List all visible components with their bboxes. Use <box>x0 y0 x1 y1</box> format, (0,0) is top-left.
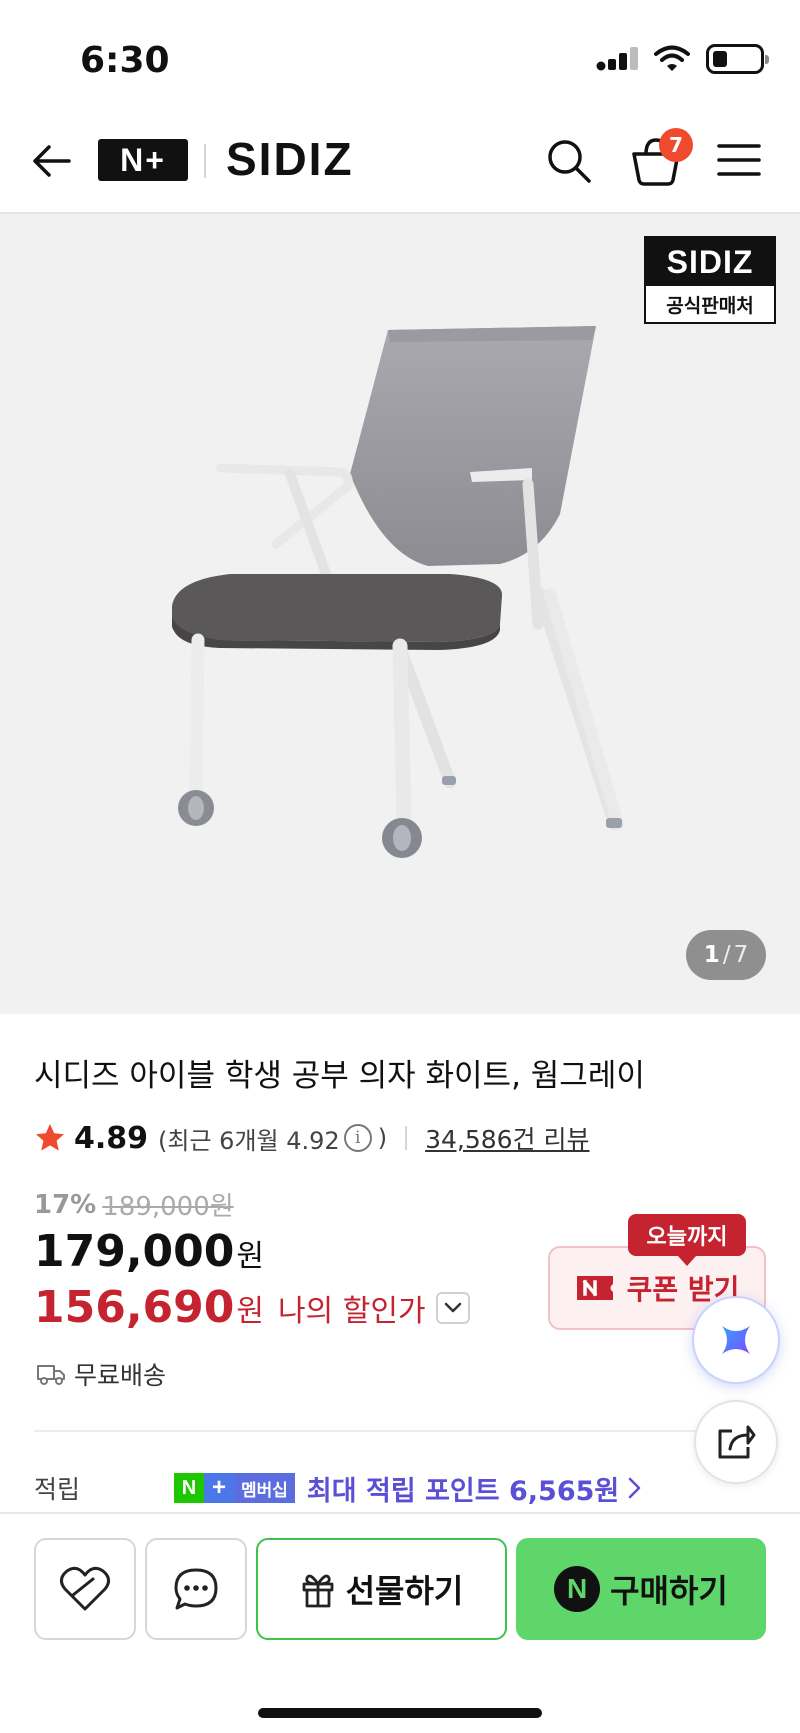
star-icon <box>36 1124 64 1151</box>
heart-icon <box>60 1566 110 1611</box>
menu-button[interactable] <box>716 140 762 180</box>
sale-price-value: 179,000 <box>34 1226 235 1277</box>
talk-button[interactable] <box>145 1538 247 1640</box>
membership-n-icon: N <box>174 1473 204 1503</box>
current-page: 1 <box>703 942 720 968</box>
naver-plus-logo[interactable]: N+ <box>98 139 188 181</box>
product-title: 시디즈 아이블 학생 공부 의자 화이트, 웜그레이 <box>34 1058 645 1094</box>
my-price-expand-button[interactable] <box>435 1291 470 1324</box>
status-bar: 6:30 <box>0 0 800 110</box>
cart-count-badge: 7 <box>659 128 693 162</box>
signal-icon <box>596 47 638 71</box>
recent-rating-close: ) <box>377 1124 388 1152</box>
status-icons <box>596 44 769 74</box>
naver-coupon-icon <box>576 1276 613 1300</box>
official-seller-badge: SIDIZ 공식판매처 <box>644 236 776 324</box>
discount-row: 17% 189,000원 <box>34 1186 234 1223</box>
chevron-right-icon <box>629 1477 641 1499</box>
points-label: 적립 <box>34 1475 81 1504</box>
rating-score: 4.89 <box>74 1120 149 1156</box>
header: N+ SIDIZ 7 <box>0 110 800 214</box>
my-price-label: 나의 할인가 <box>278 1293 426 1329</box>
share-icon <box>718 1425 756 1459</box>
header-divider <box>204 144 206 178</box>
buy-button-label: 구매하기 <box>610 1572 728 1610</box>
ai-sparkle-icon <box>722 1326 750 1354</box>
naver-pay-icon: N <box>554 1566 601 1612</box>
page-separator: / <box>722 942 731 968</box>
sale-price: 179,000 원 <box>34 1226 264 1277</box>
discount-rate: 17% <box>34 1189 97 1220</box>
recent-rating-text: (최근 6개월 4.92 <box>158 1126 340 1155</box>
today-only-tag: 오늘까지 <box>628 1214 746 1266</box>
status-time: 6:30 <box>80 40 170 81</box>
membership-plus-icon: + <box>204 1473 234 1503</box>
search-icon <box>548 140 591 183</box>
ai-assistant-button[interactable] <box>694 1298 778 1382</box>
original-price: 189,000원 <box>102 1192 234 1222</box>
product-image-gallery[interactable]: SIDIZ 공식판매처 1 / 7 <box>0 214 800 1014</box>
chevron-down-icon <box>444 1302 461 1312</box>
gift-button-label: 선물하기 <box>345 1572 464 1610</box>
points-row[interactable]: 적립 N + 멤버십 최대 적립 포인트 6,565원 <box>34 1466 674 1510</box>
bottom-action-bar: 선물하기 N 구매하기 <box>0 1512 800 1733</box>
wishlist-button[interactable] <box>34 1538 136 1640</box>
shipping-label: 무료배송 <box>74 1361 167 1390</box>
back-arrow-icon <box>33 145 71 177</box>
section-divider <box>34 1430 766 1432</box>
chat-bubble-icon <box>174 1568 218 1610</box>
membership-label: 멤버십 <box>234 1473 295 1503</box>
recent-rating: (최근 6개월 4.92 i ) <box>158 1121 387 1156</box>
rating-divider <box>405 1126 408 1150</box>
buy-button[interactable]: N 구매하기 <box>516 1538 766 1640</box>
my-price-unit: 원 <box>236 1293 265 1329</box>
max-points-text: 최대 적립 포인트 6,565원 <box>306 1475 620 1507</box>
shipping-info: 무료배송 <box>36 1356 166 1392</box>
share-button[interactable] <box>694 1400 778 1484</box>
naver-plus-membership-badge: N + 멤버십 <box>174 1473 295 1503</box>
my-price-value: 156,690 <box>34 1282 235 1333</box>
image-page-indicator: 1 / 7 <box>686 930 766 980</box>
truck-icon <box>37 1365 65 1385</box>
info-icon[interactable]: i <box>343 1124 372 1152</box>
review-count-link[interactable]: 34,586건 리뷰 <box>425 1120 589 1156</box>
chair-product-image <box>171 326 624 858</box>
battery-icon <box>706 44 769 74</box>
brand-logo[interactable]: SIDIZ <box>226 132 354 186</box>
gift-button[interactable]: 선물하기 <box>256 1538 507 1640</box>
total-pages: 7 <box>733 942 749 968</box>
back-button[interactable] <box>28 138 74 184</box>
sale-price-unit: 원 <box>236 1239 265 1274</box>
home-indicator <box>258 1708 542 1718</box>
official-badge-brand: SIDIZ <box>646 238 774 286</box>
search-button[interactable] <box>544 136 594 186</box>
official-badge-label: 공식판매처 <box>666 294 754 317</box>
gift-icon <box>302 1574 334 1608</box>
menu-icon <box>717 144 761 176</box>
my-discount-price: 156,690 원 나의 할인가 <box>34 1282 470 1333</box>
wifi-icon <box>654 45 690 71</box>
rating-row: 4.89 (최근 6개월 4.92 i ) 34,586건 리뷰 <box>34 1118 590 1158</box>
